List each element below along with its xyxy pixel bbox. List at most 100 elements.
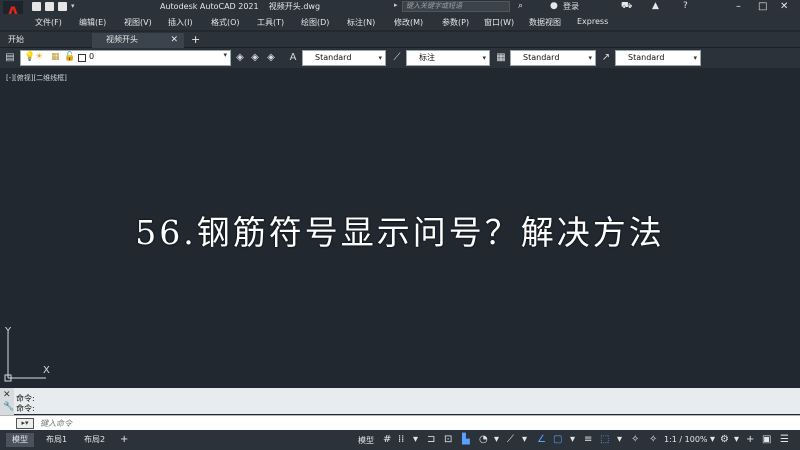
menu-insert[interactable]: 插入(I): [168, 17, 193, 28]
close-command-line-icon[interactable]: ✕: [3, 390, 11, 400]
qat-dropdown-icon[interactable]: ▾: [71, 2, 78, 11]
maximize-icon[interactable]: □: [758, 0, 767, 13]
quick-access-toolbar: ▾: [32, 2, 78, 11]
match-layer-icon[interactable]: ◈: [248, 51, 262, 64]
layer-thaw-icon: ☀: [35, 52, 44, 62]
tab-model[interactable]: 模型: [6, 433, 34, 447]
menu-edit[interactable]: 编辑(E): [79, 17, 106, 28]
chevron-down-icon[interactable]: ▾: [570, 434, 575, 446]
mleader-style-value: Standard: [628, 53, 665, 62]
minimize-icon[interactable]: –: [736, 0, 741, 13]
title-bar: A ▾ Autodesk AutoCAD 2021 视频开头.dwg ▸ 键入关…: [0, 0, 800, 29]
customization-icon[interactable]: ☰: [780, 434, 789, 446]
autodesk-a360-icon[interactable]: ▲: [652, 1, 659, 12]
close-tab-icon[interactable]: ✕: [170, 33, 178, 47]
command-input[interactable]: 键入命令: [40, 418, 72, 429]
chevron-down-icon[interactable]: ▾: [494, 434, 499, 446]
dim-style-icon[interactable]: ⟋: [390, 51, 404, 64]
plus-icon[interactable]: +: [746, 434, 754, 446]
snap-icon[interactable]: ⁞⁞: [398, 434, 404, 446]
viewport-controls[interactable]: [-][俯视][二维线框]: [6, 73, 67, 83]
menu-tools[interactable]: 工具(T): [257, 17, 284, 28]
layer-dropdown[interactable]: 💡 ☀ ▦ 🔓 0 ▾: [20, 50, 231, 66]
layer-name: 0: [89, 52, 95, 61]
chevron-down-icon: ▾: [223, 51, 227, 59]
login-button[interactable]: 登录: [563, 1, 579, 12]
chevron-down-icon[interactable]: ▾: [522, 434, 527, 446]
chevron-down-icon: ▾: [693, 54, 697, 62]
menu-express[interactable]: Express: [577, 17, 608, 26]
text-style-dropdown[interactable]: Standard ▾: [302, 50, 386, 66]
menu-window[interactable]: 窗口(W): [484, 17, 514, 28]
polar-tracking-icon[interactable]: ◔: [479, 434, 488, 446]
make-current-layer-icon[interactable]: ◈: [233, 51, 247, 64]
grid-icon[interactable]: #: [383, 434, 391, 446]
layer-on-icon: 💡: [24, 52, 36, 62]
table-style-value: Standard: [523, 53, 560, 62]
ortho-icon[interactable]: ▙: [462, 434, 470, 446]
command-prompt-icon[interactable]: ▸▾: [16, 418, 34, 429]
isolate-objects-icon[interactable]: ▣: [762, 434, 771, 446]
lineweight-icon[interactable]: ≡: [584, 434, 592, 446]
infer-constraints-icon[interactable]: ⊐: [427, 434, 435, 446]
tab-active-label: 视频开头: [106, 35, 138, 44]
chevron-down-icon: ▾: [588, 54, 592, 62]
menu-data-view[interactable]: 数据视图: [529, 17, 561, 28]
annotation-scale-value[interactable]: 1:1 / 100%: [664, 435, 708, 444]
search-input[interactable]: 键入关键字或短语: [402, 1, 510, 12]
model-space-button[interactable]: 模型: [358, 435, 374, 446]
chevron-down-icon[interactable]: ▾: [617, 434, 622, 446]
menu-parametric[interactable]: 参数(P): [442, 17, 469, 28]
open-file-icon[interactable]: [45, 2, 54, 11]
command-history-line: 命令:: [16, 404, 35, 413]
isodraft-icon[interactable]: ⟋: [507, 434, 514, 446]
tab-active-drawing[interactable]: 视频开头 ✕: [92, 33, 184, 48]
drawing-canvas[interactable]: [-][俯视][二维线框] 56.钢筋符号显示问号？解决方法 Y X: [0, 68, 800, 386]
save-icon[interactable]: [58, 2, 67, 11]
table-style-icon[interactable]: ▦: [494, 51, 508, 64]
chevron-down-icon[interactable]: ▾: [734, 434, 739, 446]
layer-previous-icon[interactable]: ◈: [264, 51, 278, 64]
text-style-value: Standard: [315, 53, 352, 62]
menu-format[interactable]: 格式(O): [211, 17, 240, 28]
annotation-autoscale-icon[interactable]: ✧: [649, 434, 657, 446]
chevron-down-icon: ▾: [482, 54, 486, 62]
file-tab-bar: 开始 视频开头 ✕ +: [0, 32, 800, 48]
menu-view[interactable]: 视图(V): [124, 17, 152, 28]
status-bar: 模型 布局1 布局2 + 模型 # ⁞⁞ ▾ ⊐ ⊡ ▙ ◔ ▾ ⟋ ▾ ∠ ▢…: [0, 430, 800, 450]
object-snap-tracking-icon[interactable]: ∠: [537, 434, 546, 446]
table-style-dropdown[interactable]: Standard ▾: [510, 50, 596, 66]
dim-style-dropdown[interactable]: 标注 ▾: [406, 50, 490, 66]
search-icon[interactable]: ⌕: [518, 1, 523, 12]
layer-unlock-icon: 🔓: [64, 52, 76, 62]
user-icon[interactable]: ●: [550, 1, 558, 12]
search-expand-icon[interactable]: ▸: [394, 1, 398, 9]
layer-properties-icon[interactable]: ▤: [4, 51, 16, 64]
tab-start[interactable]: 开始: [0, 33, 90, 48]
object-snap-icon[interactable]: ▢: [553, 434, 562, 446]
annotation-visibility-icon[interactable]: ✧: [631, 434, 639, 446]
mleader-style-dropdown[interactable]: Standard ▾: [615, 50, 701, 66]
command-input-bar[interactable]: ▸▾ 键入命令: [0, 415, 800, 430]
selection-cycling-icon[interactable]: ⬚: [600, 434, 609, 446]
menu-modify[interactable]: 修改(M): [394, 17, 423, 28]
close-window-icon[interactable]: ✕: [780, 0, 788, 13]
menu-dimension[interactable]: 标注(N): [347, 17, 375, 28]
dim-style-value: 标注: [419, 53, 435, 62]
dynamic-input-icon[interactable]: ⊡: [444, 434, 452, 446]
help-icon[interactable]: ?: [683, 1, 688, 12]
new-tab-icon[interactable]: +: [191, 33, 200, 46]
text-style-icon[interactable]: A: [286, 51, 300, 64]
chevron-down-icon[interactable]: ▾: [710, 434, 715, 446]
cart-icon[interactable]: ⛟: [621, 1, 632, 12]
tab-layout1[interactable]: 布局1: [40, 433, 73, 447]
workspace-gear-icon[interactable]: ⚙: [720, 434, 729, 446]
mleader-style-icon[interactable]: ↗: [599, 51, 613, 64]
menu-file[interactable]: 文件(F): [35, 17, 62, 28]
chevron-down-icon[interactable]: ▾: [413, 434, 418, 446]
add-layout-icon[interactable]: +: [120, 434, 128, 446]
menu-draw[interactable]: 绘图(D): [301, 17, 329, 28]
customize-icon[interactable]: 🔧: [3, 402, 14, 412]
new-file-icon[interactable]: [32, 2, 41, 11]
tab-layout2[interactable]: 布局2: [78, 433, 111, 447]
